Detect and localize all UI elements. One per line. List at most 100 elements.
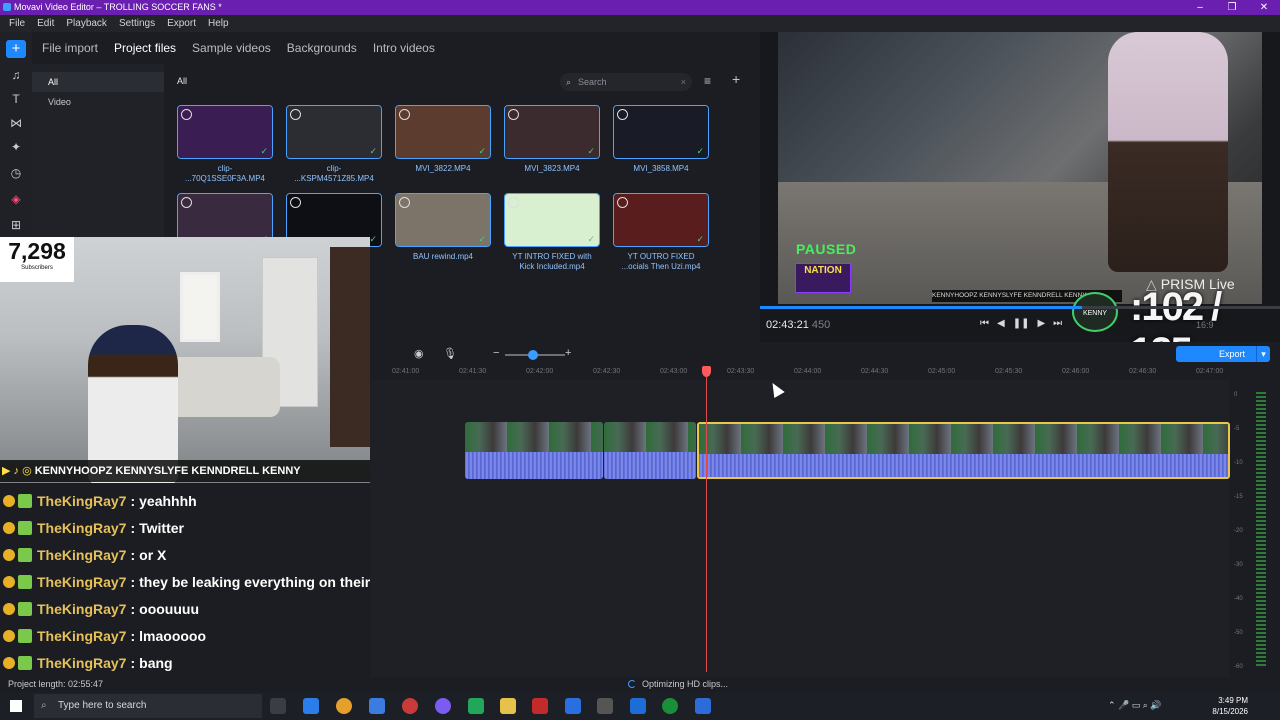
menu-file[interactable]: File [9,15,25,32]
tab-project-files[interactable]: Project files [114,41,176,55]
media-thumbnail[interactable]: ✓ [177,105,273,159]
copilot-icon[interactable] [303,698,319,714]
menu-settings[interactable]: Settings [119,15,155,32]
store-icon[interactable] [369,698,385,714]
windows-taskbar: ⌕ Type here to search ⌃ 🎤 ▭ ⌕ 🔊 3:49 PM 8… [0,692,1280,720]
playhead[interactable] [702,366,711,672]
system-tray[interactable]: ⌃ 🎤 ▭ ⌕ 🔊 [1108,700,1162,711]
clear-search-icon[interactable]: × [681,73,686,91]
filters-icon[interactable]: ✦ [9,140,23,154]
tab-intro-videos[interactable]: Intro videos [373,41,435,55]
skip-start-icon[interactable]: ⏮ [980,318,989,329]
add-media-icon[interactable]: + [732,71,740,87]
discord-icon[interactable] [435,698,451,714]
more-tools-icon[interactable]: ⊞ [9,218,23,232]
microphone-icon[interactable]: 🎙 [443,347,457,360]
menu-edit[interactable]: Edit [37,15,54,32]
play-icon[interactable] [617,197,628,208]
chrome-icon[interactable] [336,698,352,714]
maximize-button[interactable]: ❐ [1216,0,1248,15]
media-thumbnail[interactable]: ✓ [286,105,382,159]
windows-start-icon[interactable] [10,700,22,712]
timeline-ruler[interactable]: 02:41:00 02:41:30 02:42:00 02:42:30 02:43:00… [370,366,1230,380]
minimize-button[interactable]: – [1184,0,1216,15]
transitions-icon[interactable]: ⋈ [9,116,23,130]
play-icon[interactable] [181,109,192,120]
webcam-stair [330,247,370,447]
add-files-button[interactable]: + [6,40,26,58]
timeline-clip[interactable] [604,422,696,479]
taskbar-clock[interactable]: 3:49 PM 8/15/2026 [1212,695,1248,717]
chat-username: TheKingRay7 [37,492,127,509]
play-icon[interactable] [617,109,628,120]
category-video[interactable]: Video [32,92,164,112]
zoom-knob[interactable] [528,350,538,360]
aspect-ratio[interactable]: 16:9 [1196,320,1214,330]
tab-backgrounds[interactable]: Backgrounds [287,41,357,55]
zoom-in-icon[interactable]: + [565,347,571,359]
settings-app-icon[interactable] [695,698,711,714]
media-thumbnail[interactable]: ✓ [395,193,491,247]
xbox-icon[interactable] [662,698,678,714]
close-button[interactable]: ✕ [1248,0,1280,15]
folder-icon[interactable] [500,698,516,714]
project-length: Project length: 02:55:47 [8,679,104,689]
media-thumbnail[interactable]: ✓ [613,105,709,159]
pause-icon[interactable]: ❚❚ [1013,318,1030,329]
ruler-tick-label: 02:45:00 [928,368,956,375]
outlook-icon[interactable] [630,698,646,714]
zoom-slider[interactable] [505,350,565,360]
media-filename: BAU rewind.mp4 [412,252,474,261]
media-thumbnail[interactable]: ✓ [395,105,491,159]
play-icon[interactable] [290,109,301,120]
chat-sub-badge-icon [18,655,32,670]
media-thumbnail[interactable]: ✓ [613,193,709,247]
music-icon[interactable]: ♫ [9,68,23,82]
export-dropdown-icon[interactable]: ▾ [1256,346,1270,362]
sort-icon[interactable]: ≡ [704,74,711,88]
preview-progress-bar[interactable] [760,306,1280,309]
thumbnail-image [396,106,490,158]
tab-sample-videos[interactable]: Sample videos [192,41,271,55]
stickers-icon[interactable]: ◈ [9,192,23,206]
menu-playback[interactable]: Playback [66,15,107,32]
timeline-clip-selected[interactable] [697,422,1230,479]
play-icon[interactable] [290,197,301,208]
media-search-input[interactable]: ⌕ Search × [560,73,692,91]
check-icon: ✓ [696,146,704,156]
obs-icon[interactable] [402,698,418,714]
chat-message: TheKingRay7: yeahhhh [0,487,420,514]
titles-icon[interactable]: T [9,92,23,106]
play-icon[interactable] [181,197,192,208]
media-thumbnail[interactable]: ✓ [504,105,600,159]
taskbar-search-input[interactable]: ⌕ Type here to search [34,694,262,718]
capcut-icon[interactable] [597,698,613,714]
task-view-icon[interactable] [270,698,286,714]
skip-end-icon[interactable]: ⏭ [1053,318,1062,329]
video-editor-icon[interactable] [565,698,581,714]
play-icon[interactable] [508,197,519,208]
record-icon[interactable]: ◉ [414,347,424,360]
check-icon: ✓ [260,146,268,156]
media-thumbnail[interactable]: ✓ [504,193,600,247]
meter-tick-label: -15 [1234,494,1243,500]
play-icon[interactable] [508,109,519,120]
play-icon[interactable] [399,197,410,208]
playhead-handle[interactable] [702,366,711,377]
chat-message: TheKingRay7: they be leaking everything o… [0,568,420,595]
media-filename: YT OUTRO FIXED ...ocials Then Uzi.mp4 [621,252,701,271]
category-all[interactable]: All [32,72,164,92]
step-forward-icon[interactable]: ▶ [1037,318,1045,329]
play-icon[interactable] [399,109,410,120]
tab-file-import[interactable]: File import [42,41,98,55]
menu-help[interactable]: Help [208,15,229,32]
app-icon[interactable] [468,698,484,714]
export-button[interactable]: Export ▾ [1176,346,1270,362]
chat-message: TheKingRay7: ooouuuu [0,595,420,622]
timeline-clip[interactable] [465,422,603,479]
step-back-icon[interactable]: ◀ [997,318,1005,329]
zoom-out-icon[interactable]: − [493,347,499,359]
movavi-icon[interactable] [532,698,548,714]
clock-icon[interactable]: ◷ [9,166,23,180]
menu-export[interactable]: Export [167,15,196,32]
